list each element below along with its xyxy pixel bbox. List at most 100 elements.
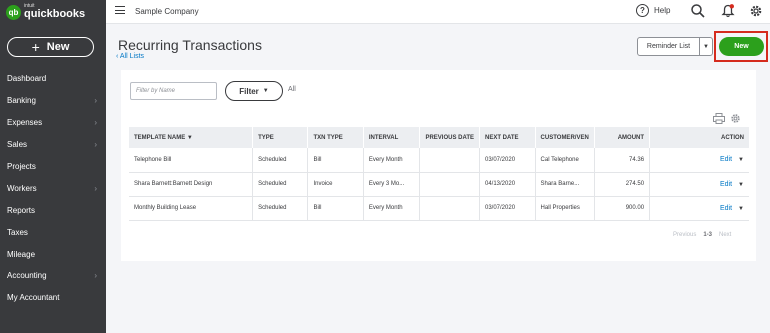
filter-button[interactable]: Filter ▼: [225, 81, 283, 101]
recurring-transactions-panel: Filter by Name Filter ▼ All TEMPLATE NAM…: [121, 70, 756, 261]
chevron-right-icon: ›: [94, 183, 97, 193]
gear-icon[interactable]: [748, 3, 764, 19]
col-txn-type[interactable]: TXN TYPE: [307, 127, 364, 148]
caret-down-icon: ▼: [262, 88, 269, 94]
sidebar-item-projects[interactable]: Projects: [0, 156, 106, 178]
col-next-date[interactable]: NEXT DATE: [479, 127, 536, 148]
sidebar-item-dashboard[interactable]: Dashboard: [0, 68, 106, 90]
notification-bell-icon[interactable]: [720, 3, 736, 19]
sidebar-item-reports[interactable]: Reports: [0, 199, 106, 221]
sidebar-nav: Dashboard Banking › Expenses › Sales › Proj…: [0, 68, 106, 309]
table-row[interactable]: Telephone Bill Scheduled Bill Every Mont…: [129, 148, 749, 173]
chevron-down-icon[interactable]: ▼: [699, 38, 712, 55]
cell-previous-date: [419, 148, 480, 173]
sidebar-item-workers[interactable]: Workers ›: [0, 177, 106, 199]
menu-icon[interactable]: [115, 6, 125, 14]
page-title: Recurring Transactions: [118, 37, 262, 53]
cell-interval: Every Month: [363, 148, 421, 173]
all-lists-link[interactable]: ‹ All Lists: [116, 53, 144, 60]
sidebar-item-label: Mileage: [7, 249, 36, 259]
pagination: Previous 1-3 Next: [673, 232, 731, 238]
col-interval[interactable]: INTERVAL: [363, 127, 421, 148]
cell-amount: 274.50: [594, 172, 651, 197]
sidebar-item-label: Projects: [7, 162, 36, 171]
action-dropdown-icon[interactable]: ▼: [738, 157, 744, 163]
cell-next-date: 04/13/2020: [479, 172, 536, 197]
help-icon: ?: [636, 4, 649, 17]
table-settings-gear-icon[interactable]: [730, 113, 741, 124]
table-row[interactable]: Monthly Building Lease Scheduled Bill Ev…: [129, 196, 749, 221]
cell-txn-type: Bill: [307, 148, 364, 173]
left-navigation: qb intuit quickbooks + New Dashboard Ban…: [0, 0, 106, 333]
pager-previous[interactable]: Previous: [673, 232, 696, 238]
cell-next-date: 03/07/2020: [479, 196, 536, 221]
chevron-right-icon: ›: [94, 118, 97, 128]
recurring-transactions-table: TEMPLATE NAME ▼ TYPE TXN TYPE INTERVAL P…: [129, 127, 749, 221]
sidebar-item-label: Workers: [7, 183, 37, 193]
sidebar-new-button[interactable]: + New: [7, 37, 94, 57]
plus-icon: +: [31, 39, 40, 55]
table-tools: [713, 113, 741, 124]
sidebar-item-my-accountant[interactable]: My Accountant: [0, 287, 106, 309]
edit-link[interactable]: Edit: [720, 181, 732, 188]
table-row[interactable]: Shara Barnett:Barnett Design Scheduled I…: [129, 172, 749, 197]
cell-previous-date: [419, 196, 480, 221]
logo-main-text: quickbooks: [24, 8, 86, 20]
cell-type: Scheduled: [252, 172, 309, 197]
reminder-list-button[interactable]: Reminder List ▼: [637, 37, 713, 56]
cell-type: Scheduled: [252, 196, 309, 221]
action-dropdown-icon[interactable]: ▼: [738, 206, 744, 212]
filter-by-name-input[interactable]: Filter by Name: [130, 82, 217, 100]
cell-template-name: Monthly Building Lease: [129, 196, 254, 221]
help-button[interactable]: ? Help: [636, 4, 670, 17]
quickbooks-logo[interactable]: qb intuit quickbooks: [6, 4, 85, 20]
print-icon[interactable]: [713, 113, 725, 124]
col-previous-date[interactable]: PREVIOUS DATE: [419, 127, 480, 148]
sidebar-item-label: Reports: [7, 205, 36, 215]
cell-customer-vendor: Cal Telephone: [535, 148, 595, 173]
sidebar-item-label: Taxes: [7, 227, 28, 237]
edit-link[interactable]: Edit: [720, 205, 732, 212]
col-action: ACTION: [649, 127, 749, 148]
table-header-row: TEMPLATE NAME ▼ TYPE TXN TYPE INTERVAL P…: [129, 127, 749, 148]
company-name: Sample Company: [135, 7, 199, 16]
sidebar-item-sales[interactable]: Sales ›: [0, 134, 106, 156]
search-icon[interactable]: [690, 3, 706, 19]
sidebar-item-mileage[interactable]: Mileage: [0, 243, 106, 265]
sidebar-new-label: New: [46, 41, 70, 53]
filter-label: Filter: [239, 86, 259, 96]
reminder-list-label: Reminder List: [646, 43, 691, 50]
pager-range: 1-3: [703, 232, 713, 238]
chevron-right-icon: ›: [94, 140, 97, 150]
pager-next[interactable]: Next: [719, 232, 731, 238]
cell-template-name: Telephone Bill: [129, 148, 254, 173]
cell-amount: 74.36: [594, 148, 651, 173]
cell-txn-type: Bill: [307, 196, 364, 221]
cell-next-date: 03/07/2020: [479, 148, 536, 173]
cell-interval: Every 3 Mo...: [363, 172, 421, 197]
sidebar-item-taxes[interactable]: Taxes: [0, 221, 106, 243]
edit-link[interactable]: Edit: [720, 156, 732, 163]
sidebar-item-label: Expenses: [7, 118, 43, 128]
cell-action: Edit ▼: [649, 196, 749, 221]
sidebar-item-expenses[interactable]: Expenses ›: [0, 112, 106, 134]
cell-template-name: Shara Barnett:Barnett Design: [129, 172, 254, 197]
chevron-right-icon: ›: [94, 271, 97, 281]
new-button-highlight: [714, 31, 768, 62]
help-label: Help: [654, 6, 671, 15]
col-template-name[interactable]: TEMPLATE NAME ▼: [129, 127, 254, 148]
action-dropdown-icon[interactable]: ▼: [738, 182, 744, 188]
col-type[interactable]: TYPE: [252, 127, 309, 148]
cell-action: Edit ▼: [649, 148, 749, 173]
sidebar-item-label: Dashboard: [7, 74, 47, 84]
col-amount[interactable]: AMOUNT: [594, 127, 651, 148]
filter-status: All: [288, 86, 296, 93]
sidebar-item-label: Banking: [7, 96, 36, 106]
sidebar-item-accounting[interactable]: Accounting ›: [0, 265, 106, 287]
cell-interval: Every Month: [363, 196, 421, 221]
sidebar-item-label: Accounting: [7, 271, 47, 281]
sidebar-item-banking[interactable]: Banking ›: [0, 90, 106, 112]
col-customer-vendor[interactable]: CUSTOMER/VEN: [535, 127, 595, 148]
cell-type: Scheduled: [252, 148, 309, 173]
sidebar-item-label: Sales: [7, 140, 28, 150]
